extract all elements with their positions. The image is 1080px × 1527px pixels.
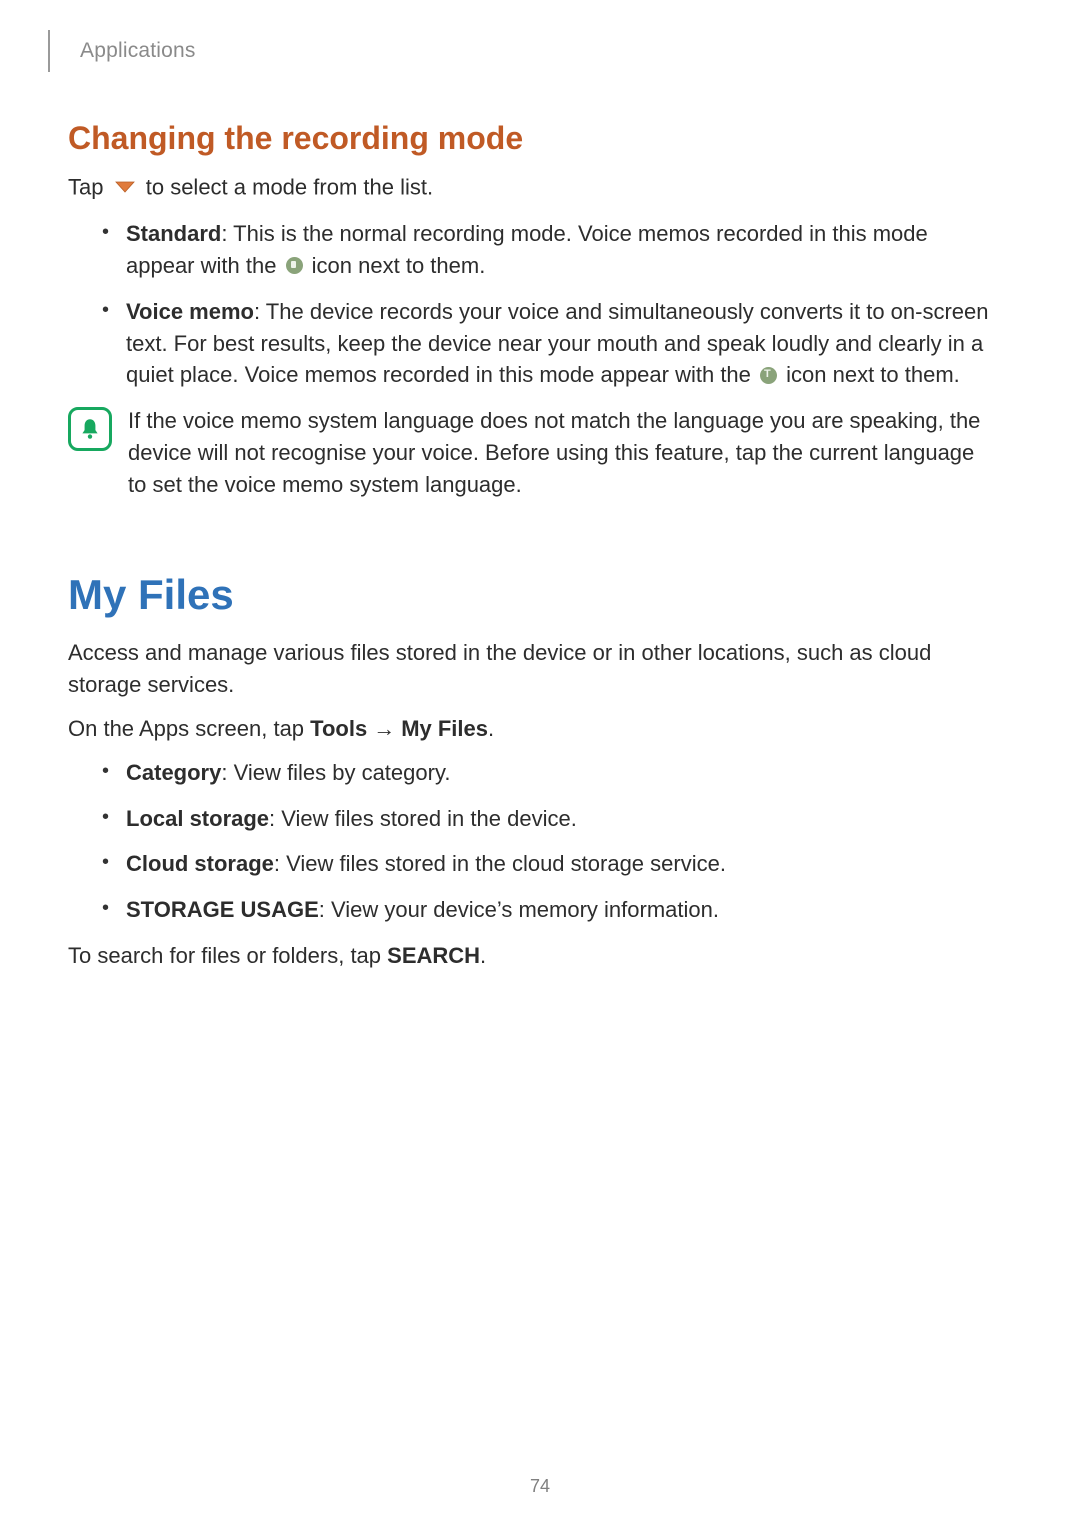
desc-standard-2: icon next to them.: [306, 253, 486, 278]
para2-post: .: [488, 716, 494, 741]
arrow-icon: →: [373, 716, 395, 741]
chapter-title-my-files: My Files: [68, 571, 990, 619]
para2-pre: On the Apps screen, tap: [68, 716, 310, 741]
bullet-local-storage: Local storage: View files stored in the …: [98, 803, 990, 835]
term-category: Category: [126, 760, 221, 785]
para2-tools: Tools: [310, 716, 367, 741]
note-callout: If the voice memo system language does n…: [68, 405, 990, 501]
page-number: 74: [0, 1476, 1080, 1497]
desc-cloud: : View files stored in the cloud storage…: [274, 851, 726, 876]
bullet-storage-usage: STORAGE USAGE: View your device’s memory…: [98, 894, 990, 926]
desc-standard-1: : This is the normal recording mode. Voi…: [126, 221, 928, 278]
intro-text-pre: Tap: [68, 174, 103, 199]
bullet-category: Category: View files by category.: [98, 757, 990, 789]
myfiles-para2: On the Apps screen, tap Tools→My Files.: [68, 713, 990, 745]
manual-page: Applications Changing the recording mode…: [0, 0, 1080, 1527]
desc-voice-memo-2: icon next to them.: [780, 362, 960, 387]
recording-mode-list: Standard: This is the normal recording m…: [98, 218, 990, 391]
dropdown-triangle-icon: [114, 171, 136, 203]
bullet-standard: Standard: This is the normal recording m…: [98, 218, 990, 282]
bullet-voice-memo: Voice memo: The device records your voic…: [98, 296, 990, 392]
term-usage: STORAGE USAGE: [126, 897, 319, 922]
search-pre: To search for files or folders, tap: [68, 943, 387, 968]
bullet-cloud-storage: Cloud storage: View files stored in the …: [98, 848, 990, 880]
term-standard: Standard: [126, 221, 221, 246]
term-voice-memo: Voice memo: [126, 299, 254, 324]
standard-mode-icon: [286, 257, 303, 274]
para2-myfiles: My Files: [401, 716, 488, 741]
intro-text-post: to select a mode from the list.: [146, 174, 433, 199]
search-post: .: [480, 943, 486, 968]
intro-paragraph: Tap to select a mode from the list.: [68, 171, 990, 206]
myfiles-para1: Access and manage various files stored i…: [68, 637, 990, 701]
section-title-recording-mode: Changing the recording mode: [68, 120, 990, 157]
page-header: Applications: [68, 30, 990, 72]
search-term: SEARCH: [387, 943, 480, 968]
desc-usage: : View your device’s memory information.: [319, 897, 719, 922]
term-local: Local storage: [126, 806, 269, 831]
desc-local: : View files stored in the device.: [269, 806, 577, 831]
myfiles-list: Category: View files by category. Local …: [98, 757, 990, 927]
note-icon-wrap: [68, 407, 118, 451]
voice-memo-mode-icon: [760, 367, 777, 384]
note-text: If the voice memo system language does n…: [128, 405, 990, 501]
desc-category: : View files by category.: [221, 760, 450, 785]
note-bell-icon: [68, 407, 112, 451]
term-cloud: Cloud storage: [126, 851, 274, 876]
breadcrumb: Applications: [80, 39, 196, 63]
search-paragraph: To search for files or folders, tap SEAR…: [68, 940, 990, 972]
header-divider: [48, 30, 50, 72]
